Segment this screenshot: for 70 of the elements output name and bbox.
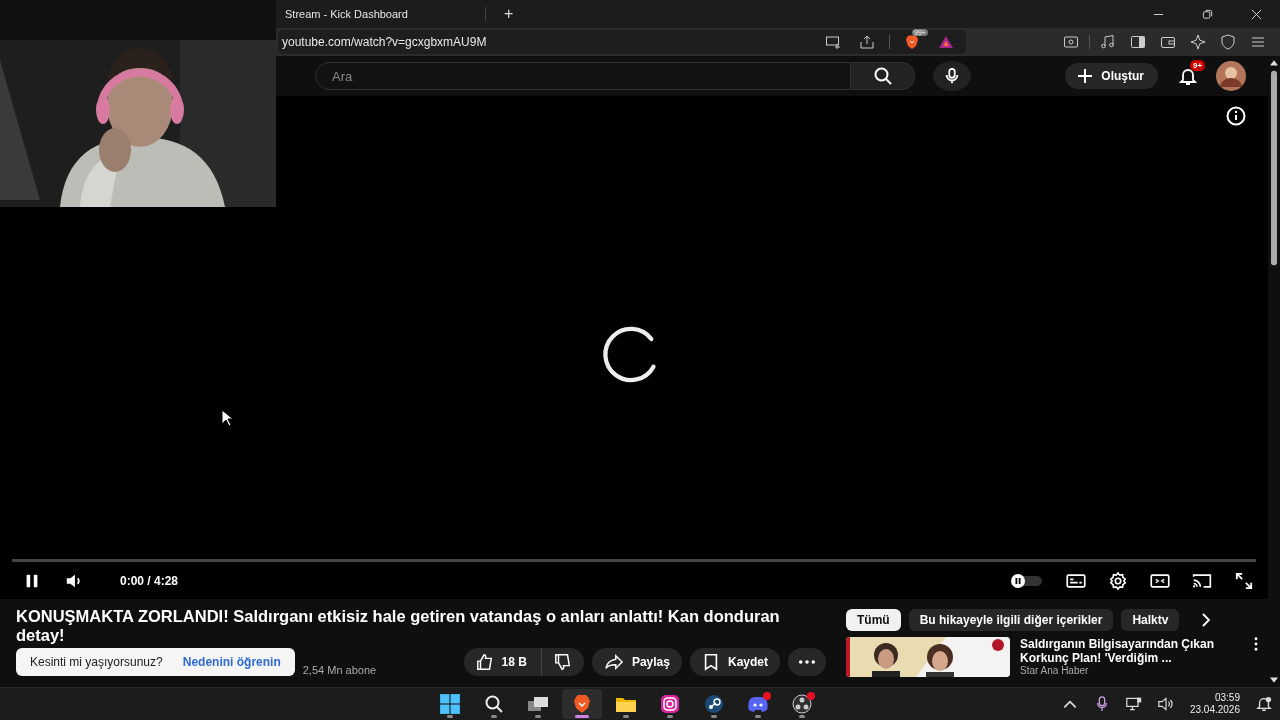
sparkle-icon[interactable] [1190, 34, 1206, 50]
dislike-button[interactable] [541, 648, 584, 676]
search-button[interactable] [851, 62, 915, 90]
more-icon [798, 659, 816, 665]
save-button[interactable]: Kaydet [690, 648, 780, 676]
share-arrow-icon [603, 653, 624, 671]
bell-icon[interactable] [1178, 66, 1198, 86]
close-icon[interactable] [1251, 8, 1262, 20]
scrollbar[interactable] [1268, 56, 1280, 687]
like-button[interactable]: 18 B [463, 648, 542, 676]
video-title[interactable]: Saldırganın Bilgisayarından Çıkan Korkunç Plan! 'Verdiğim ... [1020, 637, 1238, 665]
chevron-right-icon[interactable] [1201, 613, 1212, 627]
mouse-cursor-icon [221, 409, 233, 427]
filter-chip[interactable]: Halktv [1121, 609, 1180, 631]
settings-icon[interactable] [1108, 571, 1128, 590]
notice-text: Kesinti mi yaşıyorsunuz? [30, 655, 163, 669]
music-icon[interactable] [1100, 34, 1116, 50]
video-title: KONUŞMAKTA ZORLANDI! Saldırganı etkisiz hale getiren vatandaş o anları anlattı! Kan donduran detay! [16, 607, 781, 645]
sidebar-icon[interactable] [1130, 34, 1146, 50]
plus-icon [1077, 68, 1094, 84]
time-display: 0:00 / 4:28 [120, 573, 179, 588]
stacked-windows-icon [526, 694, 549, 714]
lion-icon [571, 694, 592, 714]
search-icon [872, 66, 893, 86]
learn-why-link[interactable]: Nedenini öğrenin [182, 655, 281, 669]
clock-time[interactable]: 03:59 [1214, 692, 1240, 704]
three-circles-icon [791, 694, 812, 714]
fullscreen-icon[interactable] [1234, 571, 1254, 590]
more-icon[interactable] [1254, 637, 1258, 651]
url-text: youtube.com/watch?v=gcxgbxmAU9M [282, 35, 487, 49]
clock-date[interactable]: 23.04.2026 [1189, 704, 1240, 716]
lion-icon[interactable] [904, 34, 920, 50]
shield-icon[interactable] [1220, 34, 1236, 50]
four-squares-icon [438, 693, 461, 715]
search-icon [483, 694, 504, 714]
more-button[interactable] [788, 648, 826, 676]
cast-icon[interactable] [1192, 571, 1212, 590]
taskbar-button[interactable] [561, 689, 602, 719]
notification-bell-icon[interactable] [1256, 696, 1272, 712]
subscriber-count: 2,54 Mn abone [302, 664, 377, 676]
share-button[interactable]: Paylaş [591, 648, 682, 676]
thumbs-up-icon [475, 653, 494, 671]
camera-icon [659, 694, 680, 714]
share-icon[interactable] [859, 34, 875, 50]
avatar[interactable] [1216, 61, 1246, 91]
subtitles-icon[interactable] [1066, 571, 1086, 590]
screen-search-icon[interactable] [1063, 34, 1079, 50]
voice-search-button[interactable] [933, 61, 971, 91]
chat-app-icon [746, 694, 769, 714]
create-button[interactable]: Oluştur [1065, 63, 1158, 89]
channel-name[interactable]: Star Ana Haber [1020, 665, 1238, 677]
autoplay-toggle[interactable] [1010, 572, 1044, 589]
filter-chip[interactable]: Tümü [846, 609, 901, 631]
filter-chip[interactable]: Bu hikayeyle ilgili diğer içerikler [908, 609, 1114, 631]
wallet-icon[interactable] [1160, 34, 1176, 50]
triangle-icon[interactable] [938, 34, 954, 50]
install-icon[interactable] [825, 34, 841, 50]
thumbs-down-icon [553, 653, 572, 671]
network-icon[interactable] [1125, 696, 1142, 712]
search-field[interactable]: Ara [315, 62, 851, 90]
info-icon[interactable] [1226, 106, 1246, 126]
menu-icon[interactable] [1250, 34, 1266, 50]
volume-icon[interactable] [1157, 696, 1174, 712]
microphone-icon [943, 67, 961, 85]
bookmark-icon [702, 653, 720, 671]
miniplayer-icon[interactable] [1150, 571, 1170, 590]
tab-title[interactable]: Stream - Kick Dashboard [285, 8, 485, 20]
notification-badge: 9+ [1190, 60, 1206, 71]
new-tab-button[interactable]: + [500, 5, 518, 23]
restore-icon[interactable] [1202, 8, 1213, 20]
